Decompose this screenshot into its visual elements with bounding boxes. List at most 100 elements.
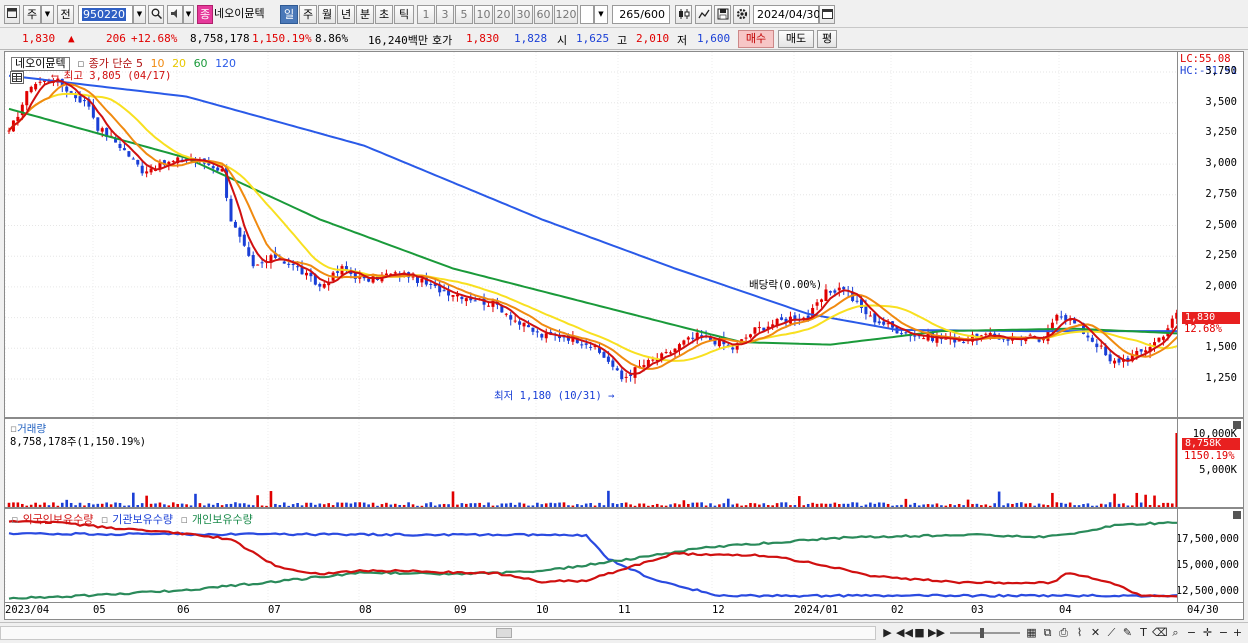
interval-20[interactable]: 20	[494, 5, 513, 24]
scrollbar-thumb[interactable]	[496, 628, 512, 638]
candle-body	[837, 287, 841, 291]
current-price: 1,830	[22, 32, 56, 45]
volume-bar	[1144, 494, 1147, 507]
indicator-icon[interactable]	[695, 5, 712, 24]
candle-body	[1028, 334, 1032, 336]
interval-60[interactable]: 60	[534, 5, 553, 24]
volume-bar	[180, 503, 184, 507]
volume-bar	[669, 504, 672, 507]
hold-tick-17500000: 17,500,000	[1178, 533, 1239, 545]
period-month[interactable]: 월	[318, 5, 336, 24]
period-second[interactable]: 초	[375, 5, 393, 24]
volume-bar	[1135, 492, 1139, 507]
volume-bar	[771, 505, 774, 507]
candle-body	[922, 338, 926, 340]
zoom-slider[interactable]	[950, 628, 1020, 638]
erase-icon[interactable]: ⌫	[1152, 626, 1168, 641]
interval-30[interactable]: 30	[514, 5, 533, 24]
volume-bar	[456, 504, 459, 507]
trend-icon[interactable]: ⟋	[1104, 626, 1119, 641]
candle-type-icon[interactable]	[675, 5, 692, 24]
calendar-icon[interactable]	[819, 5, 835, 24]
zoom-minus-icon[interactable]: −	[1216, 626, 1231, 641]
candle-body	[526, 325, 530, 328]
volume-bar	[709, 503, 712, 507]
horizontal-scrollbar[interactable]	[0, 626, 876, 640]
holdings-chart-pane[interactable]: ▫ 외국인보유수량 ▫ 기관보유수량 ▫ 개인보유수량	[4, 508, 1178, 603]
candle-body	[1095, 343, 1099, 348]
volume-bar	[806, 503, 810, 507]
prev-button[interactable]: 전	[57, 5, 74, 24]
last-volume-pct: 1150.19%	[1184, 450, 1235, 462]
interval-120[interactable]: 120	[554, 5, 578, 24]
candle-body	[584, 343, 588, 345]
period-week[interactable]: 주	[299, 5, 317, 24]
copy-icon[interactable]: ⧉	[1040, 626, 1055, 641]
volume-bar	[731, 504, 735, 507]
volume-bar	[909, 504, 912, 507]
interval-10[interactable]: 10	[474, 5, 493, 24]
interval-1[interactable]: 1	[417, 5, 435, 24]
chart-line-icon[interactable]: ⌇	[1072, 626, 1087, 641]
buy-button[interactable]: 매수	[738, 30, 774, 48]
code-dropdown-icon[interactable]: ▼	[133, 5, 146, 24]
interval-3[interactable]: 3	[436, 5, 454, 24]
volume-bar	[1020, 502, 1023, 507]
volume-bar	[398, 504, 402, 507]
zoom-slider-thumb[interactable]	[980, 628, 984, 638]
date-field[interactable]: 2024/04/30	[753, 5, 820, 24]
candle-body	[686, 337, 690, 340]
candle-body	[842, 287, 846, 290]
stop-icon[interactable]: ■	[912, 626, 927, 641]
candle-body	[651, 359, 655, 361]
volume-bar	[966, 499, 970, 507]
zoom-plus-icon[interactable]: +	[1230, 626, 1245, 641]
volume-bar	[624, 502, 628, 507]
candle-body	[664, 351, 668, 353]
pane-close-icon[interactable]	[1233, 421, 1241, 429]
table-icon[interactable]: ▦	[1024, 626, 1039, 641]
price-chart-pane[interactable]: 네오이뮨텍 ▫ 종가 단순 5 10 20 60 120 ← 최고 3,805 (…	[4, 51, 1178, 418]
window-menu-icon[interactable]	[4, 5, 20, 24]
price-tick-label: 1,250	[1205, 372, 1237, 384]
volume-bar	[700, 502, 703, 507]
table-toggle-icon[interactable]	[10, 71, 24, 84]
zoom-out-icon[interactable]: −	[1184, 626, 1199, 641]
candle-body	[260, 262, 264, 264]
price-tick-label: 2,250	[1205, 249, 1237, 262]
interval-dropdown-icon[interactable]: ▼	[594, 5, 608, 24]
sell-button[interactable]: 매도	[778, 30, 814, 48]
market-dropdown-icon[interactable]: ▼	[41, 5, 54, 24]
code-input[interactable]: 950220	[78, 5, 133, 24]
volume-bar	[56, 505, 60, 507]
pane-close-icon-2[interactable]	[1233, 511, 1241, 519]
avg-button[interactable]: 평	[817, 30, 837, 48]
magnifier-icon[interactable]: ⌕	[1168, 626, 1183, 641]
print-icon[interactable]: ⎙	[1056, 626, 1071, 641]
volume-bar	[411, 504, 415, 507]
search-icon[interactable]	[148, 5, 164, 24]
move-icon[interactable]: ✛	[1200, 626, 1215, 641]
volume-chart-pane[interactable]: ▫거래량 8,758,178주(1,150.19%)	[4, 418, 1178, 508]
period-year[interactable]: 년	[337, 5, 355, 24]
draw-icon[interactable]: ✎	[1120, 626, 1135, 641]
scroll-next-icon[interactable]: ▶▶	[928, 626, 945, 641]
count-field[interactable]: 265/600	[612, 5, 670, 24]
interval-custom-input[interactable]	[580, 5, 594, 24]
volume-bar	[1162, 502, 1165, 507]
text-tool-icon[interactable]: T	[1136, 626, 1151, 641]
speaker-icon[interactable]	[167, 5, 183, 24]
gear-icon[interactable]	[733, 5, 750, 24]
scroll-prev-icon[interactable]: ◀◀	[896, 626, 913, 641]
period-tick[interactable]: 틱	[394, 5, 414, 24]
period-minute[interactable]: 분	[356, 5, 374, 24]
interval-5[interactable]: 5	[455, 5, 473, 24]
hold-tick-12500000: 12,500,000	[1178, 585, 1239, 597]
speaker-dropdown-icon[interactable]: ▼	[183, 5, 194, 24]
market-prefix[interactable]: 주	[23, 5, 41, 24]
scroll-right-icon[interactable]: ▶	[880, 626, 895, 641]
volume-bar	[718, 504, 721, 507]
save-icon[interactable]	[714, 5, 731, 24]
cross-icon[interactable]: ✕	[1088, 626, 1103, 641]
period-day[interactable]: 일	[280, 5, 298, 24]
